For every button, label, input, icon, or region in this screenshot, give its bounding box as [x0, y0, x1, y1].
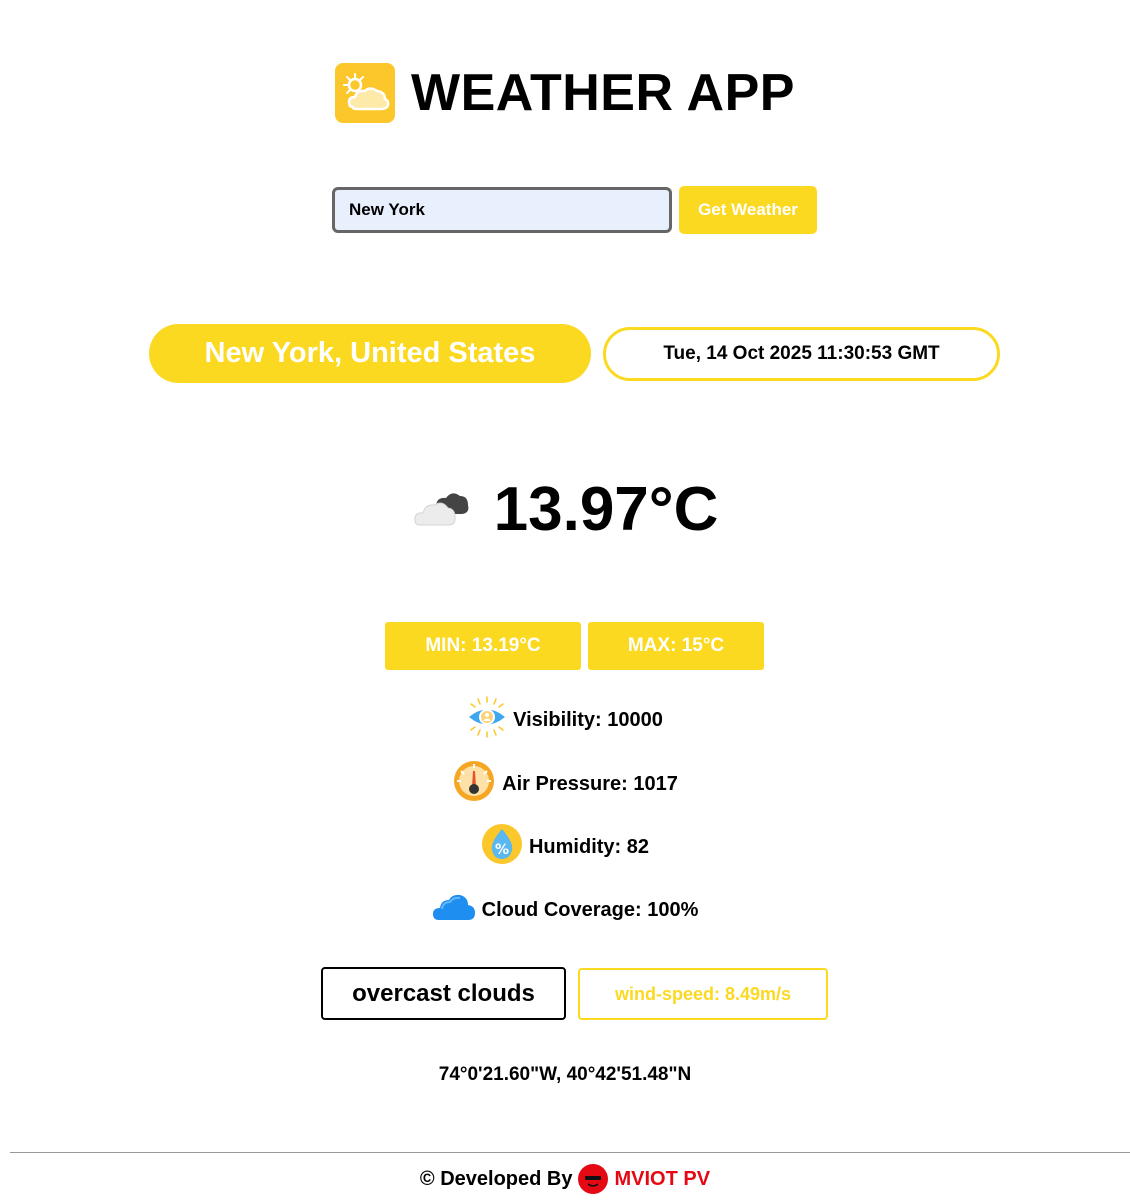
cloud-icon: [432, 892, 476, 928]
get-weather-button[interactable]: Get Weather: [679, 186, 817, 234]
svg-text:%: %: [495, 842, 509, 858]
humidity-text: Humidity: 82: [528, 835, 650, 858]
air-pressure-row: Air Pressure: 1017: [0, 759, 1130, 809]
air-pressure-text: Air Pressure: 1017: [502, 772, 678, 795]
weather-description: overcast clouds: [321, 967, 566, 1020]
brand-name-link[interactable]: MVIOT PV: [614, 1168, 710, 1191]
humidity-drop-icon: %: [481, 823, 523, 871]
app-title: WEATHER APP: [411, 64, 795, 122]
cloud-coverage-text: Cloud Coverage: 100%: [481, 898, 699, 921]
footer-divider: [10, 1152, 1130, 1153]
broken-clouds-icon: [412, 487, 472, 534]
visibility-text: Visibility: 10000: [513, 708, 663, 731]
max-temperature: MAX: 15°C: [588, 622, 764, 670]
eye-icon: [467, 696, 507, 744]
datetime-display: Tue, 14 Oct 2025 11:30:53 GMT: [603, 327, 1000, 381]
visibility-row: Visibility: 10000: [0, 696, 1130, 744]
footer: © Developed By MVIOT PV: [0, 1162, 1130, 1196]
humidity-row: % Humidity: 82: [0, 823, 1130, 871]
city-search-input[interactable]: [332, 187, 672, 233]
wind-speed: wind-speed: 8.49m/s: [578, 968, 828, 1020]
gauge-icon: [452, 759, 496, 809]
current-temperature: 13.97°C: [0, 470, 1130, 550]
coordinates: 74°0'21.60"W, 40°42'51.48"N: [438, 1064, 692, 1085]
app-header: WEATHER APP: [0, 62, 1130, 124]
location-name: New York, United States: [149, 324, 591, 383]
brand-logo: [578, 1164, 609, 1194]
temperature-value: 13.97°C: [493, 475, 719, 544]
footer-prefix: © Developed By: [419, 1167, 573, 1190]
sun-cloud-icon: [335, 63, 396, 123]
min-temperature: MIN: 13.19°C: [385, 622, 581, 670]
cloud-coverage-row: Cloud Coverage: 100%: [0, 888, 1130, 932]
